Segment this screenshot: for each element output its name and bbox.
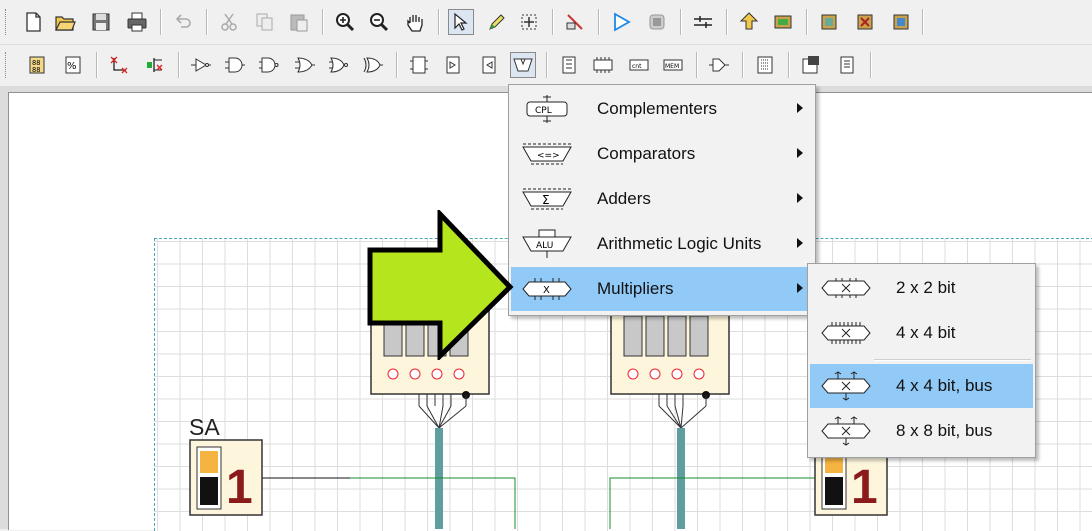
submenu-item-8x8-bus[interactable]: 8 x 8 bit, bus xyxy=(810,409,1033,453)
svg-text:CPL: CPL xyxy=(535,106,552,116)
switch-label: SA xyxy=(189,414,220,440)
submenu-arrow-icon xyxy=(797,238,803,248)
hex-display-right[interactable] xyxy=(610,309,730,429)
submenu-arrow-icon xyxy=(797,103,803,113)
menu-item-multipliers[interactable]: X Multipliers xyxy=(511,267,813,311)
menu-item-complementers[interactable]: CPL Complementers xyxy=(511,87,813,131)
adder-icon: Σ xyxy=(522,188,572,210)
menu-item-label: Arithmetic Logic Units xyxy=(597,234,762,253)
wire-a[interactable] xyxy=(262,477,516,529)
submenu-item-label: 4 x 4 bit xyxy=(896,323,956,342)
pointer-arrow-icon xyxy=(367,210,514,360)
svg-text:Σ: Σ xyxy=(542,193,550,207)
menu-item-label: Complementers xyxy=(597,99,717,118)
menu-item-label: Adders xyxy=(597,189,651,208)
menu-item-label: Comparators xyxy=(597,144,696,163)
svg-text:X: X xyxy=(543,285,550,296)
multipliers-submenu: 2 x 2 bit 4 x 4 bit 4 x 4 bit, bus 8 x 8… xyxy=(807,263,1036,458)
submenu-item-label: 8 x 8 bit, bus xyxy=(896,421,993,440)
submenu-arrow-icon xyxy=(797,283,803,293)
submenu-item-label: 4 x 4 bit, bus xyxy=(896,376,993,395)
menu-item-adders[interactable]: Σ Adders xyxy=(511,177,813,221)
comparator-icon: <=> xyxy=(522,143,572,165)
svg-text:<=>: <=> xyxy=(537,151,560,161)
arithmetic-menu: CPL Complementers <=> Comparators Σ Adde… xyxy=(508,84,816,316)
multiplier-2x2-icon xyxy=(821,278,871,298)
alu-icon: ALU xyxy=(522,229,572,258)
wire-b[interactable] xyxy=(609,477,815,529)
switch-sa-value: 1 xyxy=(226,461,253,514)
switch-sa[interactable]: 1 xyxy=(189,439,263,516)
menu-item-alu[interactable]: ALU Arithmetic Logic Units xyxy=(511,222,813,266)
submenu-arrow-icon xyxy=(797,193,803,203)
complementer-icon: CPL xyxy=(526,95,568,123)
svg-text:ALU: ALU xyxy=(536,241,553,251)
submenu-separator xyxy=(874,359,1031,361)
multiplier-4x4-icon xyxy=(821,322,871,344)
submenu-item-4x4[interactable]: 4 x 4 bit xyxy=(810,311,1033,355)
menu-item-label: Multipliers xyxy=(597,279,674,298)
switch-right-value: 1 xyxy=(851,461,878,514)
submenu-item-2x2[interactable]: 2 x 2 bit xyxy=(810,266,1033,310)
submenu-arrow-icon xyxy=(797,148,803,158)
menu-item-comparators[interactable]: <=> Comparators xyxy=(511,132,813,176)
submenu-item-label: 2 x 2 bit xyxy=(896,278,956,297)
submenu-item-4x4-bus[interactable]: 4 x 4 bit, bus xyxy=(810,364,1033,408)
multiplier-icon: X xyxy=(522,278,572,300)
multiplier-8x8-bus-icon xyxy=(821,416,871,446)
multiplier-4x4-bus-icon xyxy=(821,371,871,401)
